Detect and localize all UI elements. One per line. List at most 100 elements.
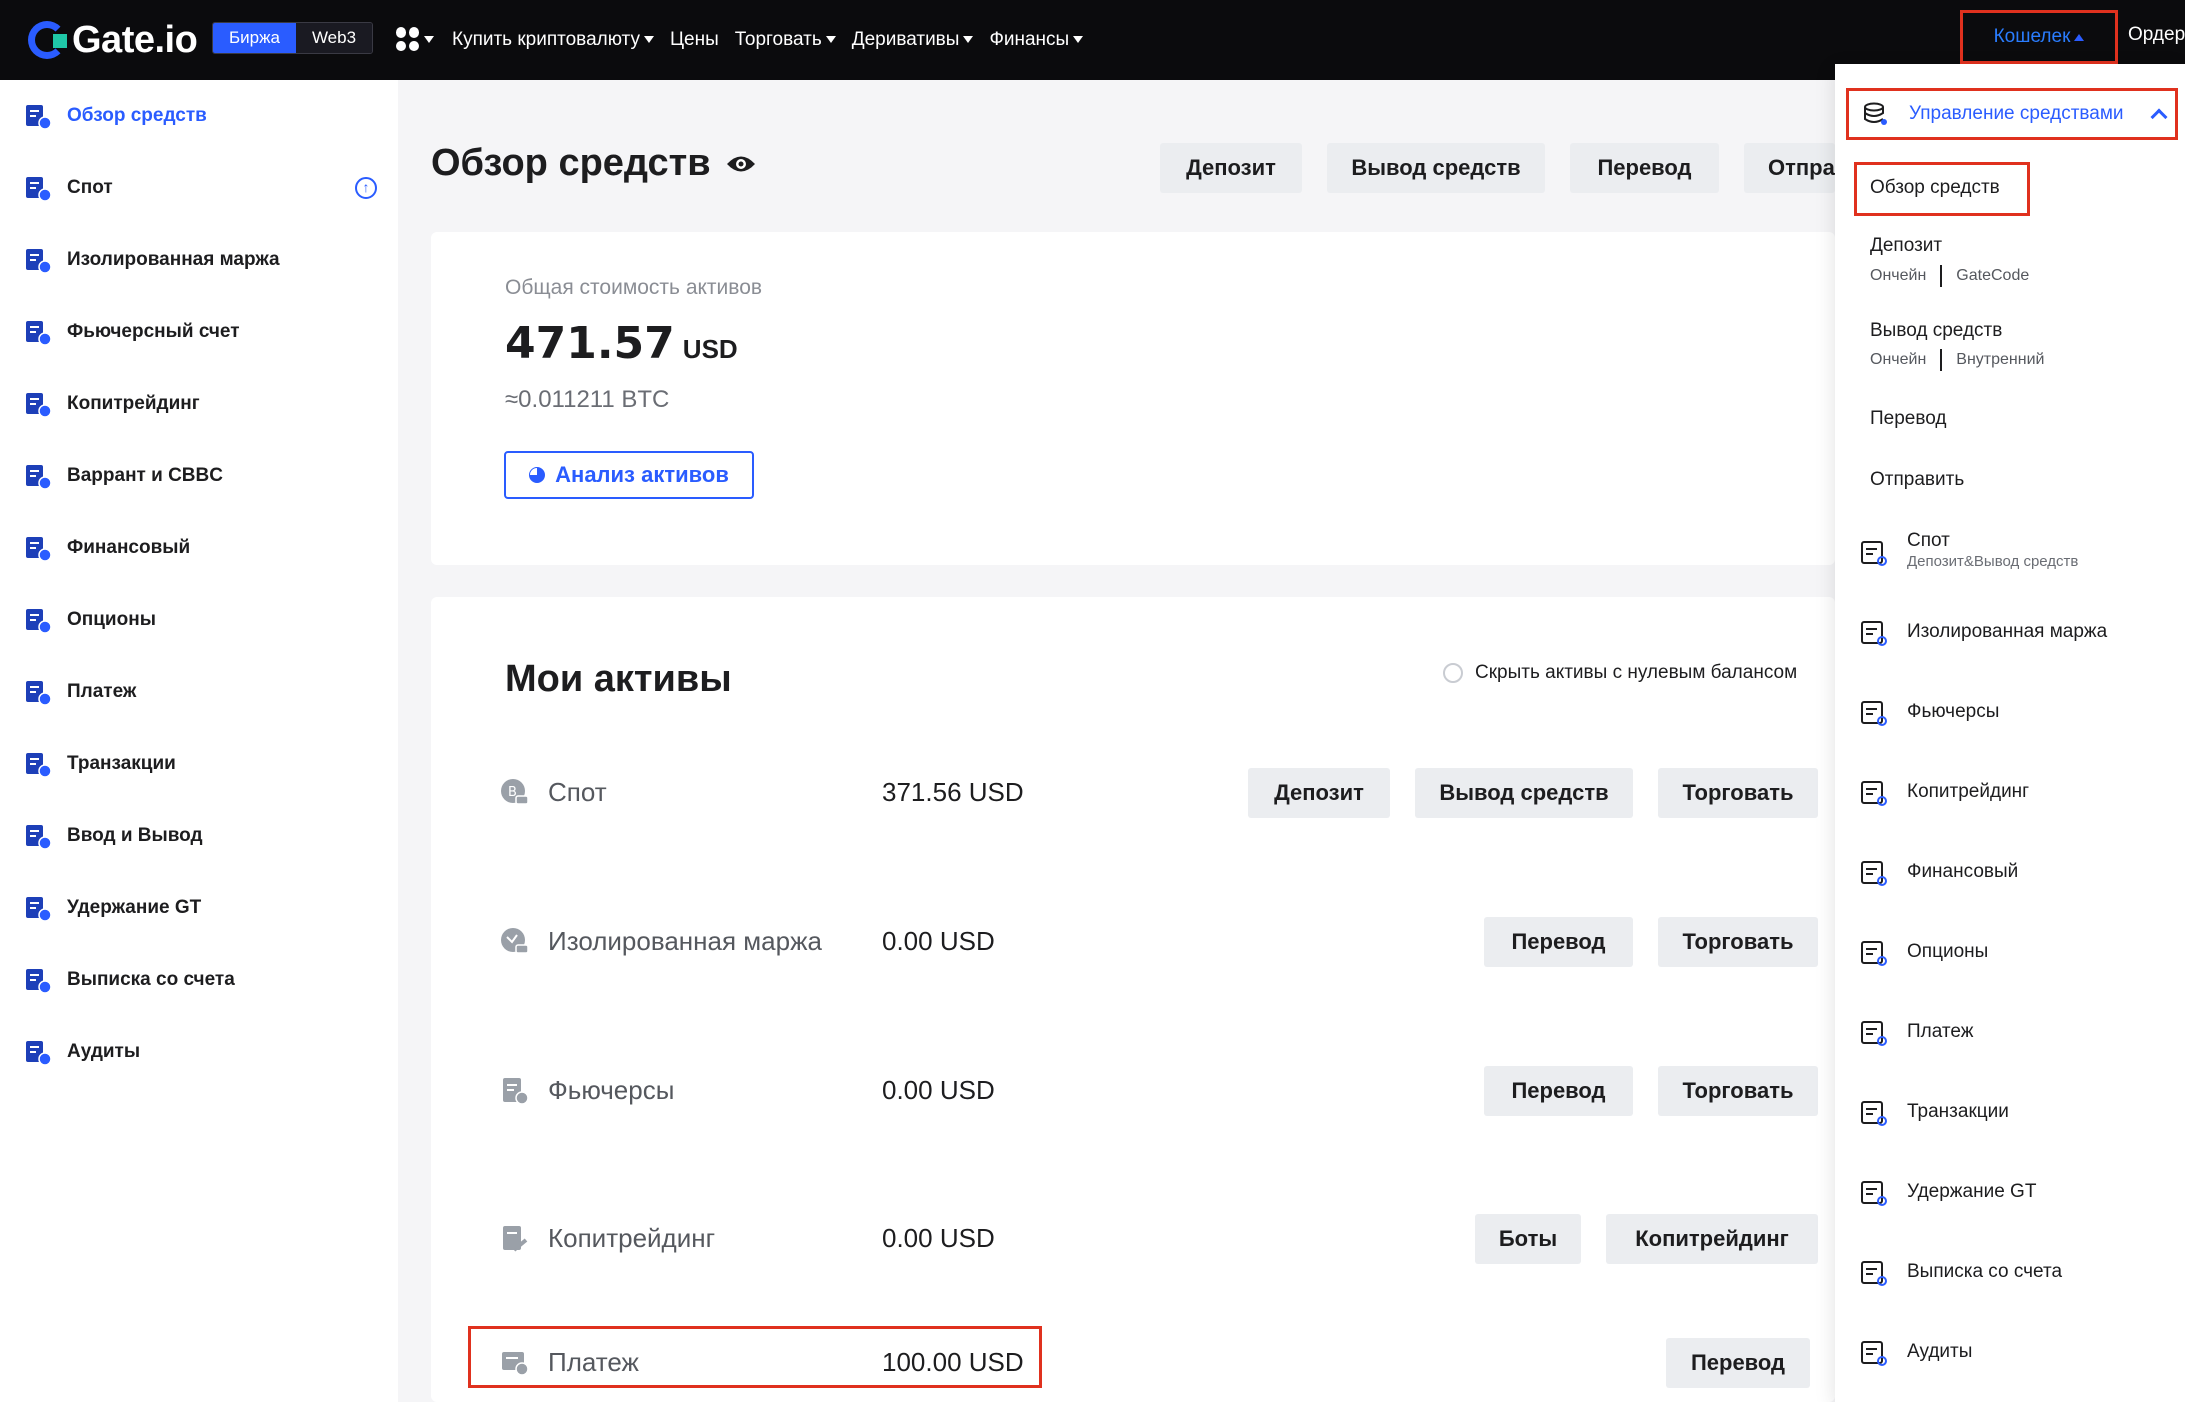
sidebar-item-statement[interactable]: Выписка со счета xyxy=(0,954,398,1006)
margin-icon xyxy=(1861,621,1887,646)
dd-deposit-onchain-link[interactable]: Ончейн xyxy=(1870,267,1926,285)
nav-finance[interactable]: Финансы xyxy=(989,29,1084,51)
sidebar-item-label: Удержание GT xyxy=(67,897,202,918)
sidebar-item-label: Платеж xyxy=(67,681,137,702)
dd-account-finance[interactable]: Финансовый xyxy=(1855,848,2175,898)
sidebar-item-label: Транзакции xyxy=(67,753,176,774)
dd-account-label: Копитрейдинг xyxy=(1907,781,2030,802)
eye-icon[interactable] xyxy=(725,153,757,175)
payment-transfer-button[interactable]: Перевод xyxy=(1666,1338,1810,1388)
exchange-tab[interactable]: Биржа xyxy=(213,23,296,53)
dd-send-link[interactable]: Отправить xyxy=(1870,469,1964,491)
nav-buy-crypto[interactable]: Купить криптовалюту xyxy=(452,29,654,51)
total-assets-value: 471.57 USD xyxy=(505,318,738,369)
sidebar-item-label: Копитрейдинг xyxy=(67,393,200,414)
sidebar-item-user-wallet[interactable]: Обзор средств xyxy=(0,90,398,142)
web3-tab[interactable]: Web3 xyxy=(295,23,373,53)
dd-account-label: Удержание GT xyxy=(1907,1181,2037,1202)
dd-account-sublabel: Депозит&Вывод средств xyxy=(1907,553,2079,570)
futures-icon xyxy=(26,321,52,346)
warrant-icon xyxy=(26,465,52,490)
copytrading-icon xyxy=(1861,781,1887,806)
nav-derivatives[interactable]: Деривативы xyxy=(852,29,974,51)
pie-chart-icon xyxy=(529,467,546,483)
apps-menu-button[interactable] xyxy=(396,24,436,54)
sidebar-item-copytrading[interactable]: Копитрейдинг xyxy=(0,378,398,430)
asset-name: Фьючерсы xyxy=(548,1075,675,1105)
dd-account-statement[interactable]: Выписка со счета xyxy=(1855,1248,2175,1298)
sidebar-item-margin[interactable]: Изолированная маржа xyxy=(0,234,398,286)
asset-row-spot: B Спот 371.56 USD Депозит Вывод средств … xyxy=(430,762,1818,822)
sidebar-item-label: Варрант и CBBC xyxy=(67,465,223,486)
sidebar-item-audit[interactable]: Аудиты xyxy=(0,1026,398,1078)
sidebar-item-label: Спот xyxy=(67,177,113,198)
copytrading-icon xyxy=(503,1226,528,1252)
dd-deposit-gatecode-link[interactable]: GateCode xyxy=(1956,267,2029,285)
dd-account-gt-holding[interactable]: Удержание GT xyxy=(1855,1168,2175,1218)
dd-account-margin[interactable]: Изолированная маржа xyxy=(1855,608,2175,658)
dd-deposit-links: Ончейн GateCode xyxy=(1870,265,2029,287)
spot-withdraw-button[interactable]: Вывод средств xyxy=(1415,768,1633,818)
audit-icon xyxy=(1861,1341,1887,1366)
copytrading-button[interactable]: Копитрейдинг xyxy=(1606,1214,1818,1264)
spot-trade-button[interactable]: Торговать xyxy=(1658,768,1818,818)
dd-withdraw-onchain-link[interactable]: Ончейн xyxy=(1870,351,1926,369)
asset-management-header[interactable]: Управление средствами xyxy=(1846,88,2178,140)
spot-deposit-button[interactable]: Депозит xyxy=(1248,768,1390,818)
sidebar-item-payment[interactable]: Платеж xyxy=(0,666,398,718)
orders-menu-button[interactable]: Ордер xyxy=(2128,24,2185,46)
margin-transfer-button[interactable]: Перевод xyxy=(1484,917,1633,967)
dd-account-audit[interactable]: Аудиты xyxy=(1855,1328,2175,1378)
options-icon xyxy=(1861,941,1887,966)
dd-account-label: Опционы xyxy=(1907,941,1989,962)
futures-transfer-button[interactable]: Перевод xyxy=(1484,1066,1633,1116)
withdraw-button[interactable]: Вывод средств xyxy=(1327,143,1545,193)
futures-trade-button[interactable]: Торговать xyxy=(1658,1066,1818,1116)
futures-icon xyxy=(503,1078,529,1105)
total-assets-label: Общая стоимость активов xyxy=(505,276,763,299)
nav-prices[interactable]: Цены xyxy=(670,29,719,51)
dd-account-spot-account[interactable]: Спот Депозит&Вывод средств xyxy=(1855,528,2175,578)
wallet-menu-button[interactable]: Кошелек xyxy=(1960,10,2118,64)
bots-button[interactable]: Боты xyxy=(1475,1214,1581,1264)
dd-withdraw-internal-link[interactable]: Внутренний xyxy=(1956,351,2044,369)
sidebar-item-label: Опционы xyxy=(67,609,156,630)
futures-icon xyxy=(1861,701,1887,726)
dd-withdraw-label[interactable]: Вывод средств xyxy=(1870,320,2002,342)
apps-grid-icon xyxy=(396,27,420,51)
sidebar-item-options[interactable]: Опционы xyxy=(0,594,398,646)
asset-name: Копитрейдинг xyxy=(548,1223,716,1253)
payment-icon xyxy=(1861,1021,1887,1046)
dd-transfer-link[interactable]: Перевод xyxy=(1870,408,1946,430)
margin-trade-button[interactable]: Торговать xyxy=(1658,917,1818,967)
gateio-logo[interactable]: Gate.io xyxy=(28,16,198,64)
dd-account-payment[interactable]: Платеж xyxy=(1855,1008,2175,1058)
arrow-up-circle-icon[interactable]: ↑ xyxy=(355,177,377,199)
dd-account-options[interactable]: Опционы xyxy=(1855,928,2175,978)
dd-account-futures[interactable]: Фьючерсы xyxy=(1855,688,2175,738)
dd-account-copytrading[interactable]: Копитрейдинг xyxy=(1855,768,2175,818)
send-button[interactable]: Отправи xyxy=(1744,143,1835,193)
sidebar-item-label: Финансовый xyxy=(67,537,191,558)
transactions-icon xyxy=(26,753,52,778)
sidebar-item-futures[interactable]: Фьючерсный счет xyxy=(0,306,398,358)
sidebar-item-warrant[interactable]: Варрант и CBBC xyxy=(0,450,398,502)
deposit-button[interactable]: Депозит xyxy=(1160,143,1302,193)
nav-trade[interactable]: Торговать xyxy=(735,29,836,51)
finance-icon xyxy=(26,537,52,562)
dd-deposit-label[interactable]: Депозит xyxy=(1870,235,1942,257)
transfer-button[interactable]: Перевод xyxy=(1570,143,1719,193)
sidebar-item-transactions[interactable]: Транзакции xyxy=(0,738,398,790)
dd-account-transactions[interactable]: Транзакции xyxy=(1855,1088,2175,1138)
margin-icon xyxy=(26,249,52,274)
sidebar-item-gt-holding[interactable]: Удержание GT xyxy=(0,882,398,934)
asset-value: 0.00 USD xyxy=(882,1223,995,1253)
sidebar-item-deposit-withdraw[interactable]: Ввод и Вывод xyxy=(0,810,398,862)
hide-zero-balance-toggle[interactable]: Скрыть активы с нулевым балансом xyxy=(1443,662,1797,684)
sidebar-item-label: Изолированная маржа xyxy=(67,249,280,270)
sidebar-item-finance[interactable]: Финансовый xyxy=(0,522,398,574)
sidebar-item-spot[interactable]: Спот ↑ xyxy=(0,162,398,214)
asset-analysis-button[interactable]: Анализ активов xyxy=(504,451,754,499)
copytrading-icon xyxy=(26,393,52,418)
spot-icon: B xyxy=(501,779,529,805)
